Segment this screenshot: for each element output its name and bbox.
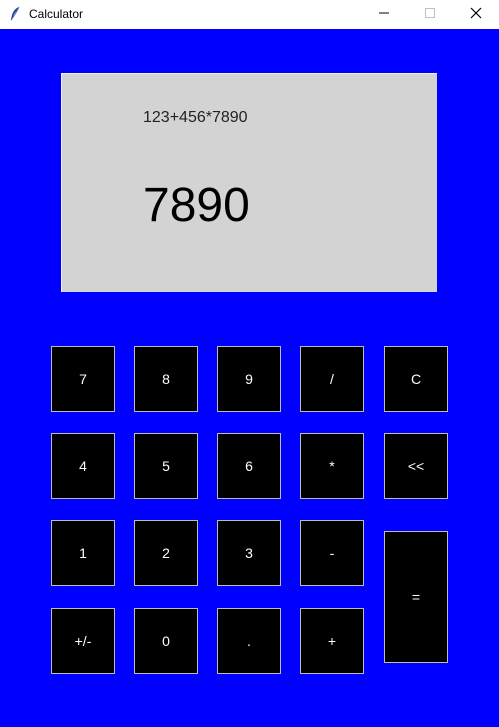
title-bar[interactable]: Calculator <box>0 0 499 29</box>
maximize-icon <box>424 6 436 24</box>
key-9-button[interactable]: 9 <box>217 346 281 412</box>
display-panel: 123+456*7890 7890 <box>61 73 437 292</box>
backspace-button[interactable]: << <box>384 433 448 499</box>
key-3-button[interactable]: 3 <box>217 520 281 586</box>
decimal-button[interactable]: . <box>217 608 281 674</box>
negate-button[interactable]: +/- <box>51 608 115 674</box>
key-8-button[interactable]: 8 <box>134 346 198 412</box>
key-1-button[interactable]: 1 <box>51 520 115 586</box>
key-0-button[interactable]: 0 <box>134 608 198 674</box>
key-5-button[interactable]: 5 <box>134 433 198 499</box>
key-7-button[interactable]: 7 <box>51 346 115 412</box>
multiply-button[interactable]: * <box>300 433 364 499</box>
calculator-body: 123+456*7890 7890 7 8 9 / C 4 5 6 * << 1… <box>0 29 499 727</box>
divide-button[interactable]: / <box>300 346 364 412</box>
minimize-icon <box>378 6 390 24</box>
window-title: Calculator <box>29 7 84 21</box>
maximize-button[interactable] <box>407 0 453 29</box>
calculator-window: Calculator 123+456*7890 7890 7 8 9 / C 4… <box>0 0 499 727</box>
expression-display: 123+456*7890 <box>143 109 248 126</box>
minimize-button[interactable] <box>361 0 407 29</box>
clear-button[interactable]: C <box>384 346 448 412</box>
close-button[interactable] <box>453 0 499 29</box>
feather-icon <box>8 6 22 22</box>
equals-button[interactable]: = <box>384 531 448 663</box>
key-4-button[interactable]: 4 <box>51 433 115 499</box>
key-2-button[interactable]: 2 <box>134 520 198 586</box>
close-icon <box>470 6 482 24</box>
subtract-button[interactable]: - <box>300 520 364 586</box>
result-display: 7890 <box>143 179 250 232</box>
key-6-button[interactable]: 6 <box>217 433 281 499</box>
add-button[interactable]: + <box>300 608 364 674</box>
